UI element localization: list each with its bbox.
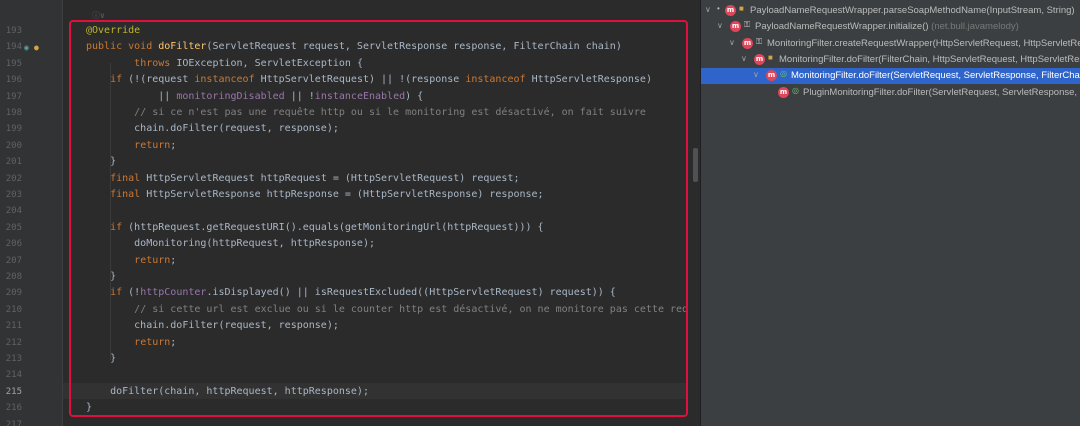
open-modifier-icon: ◎	[780, 69, 787, 79]
open-modifier-icon: ◎	[792, 85, 799, 95]
line-number[interactable]: 217	[0, 420, 22, 426]
call-hierarchy-row[interactable]: ∨ m ⚿ PayloadNameRequestWrapper.initialize(…	[701, 19, 1080, 35]
override-method-icon[interactable]: ◉	[24, 43, 29, 52]
line-number[interactable]: 203	[0, 190, 22, 200]
expand-arrow-icon[interactable]: ∨	[717, 21, 723, 30]
key-modifier-icon: ⚿	[756, 36, 763, 46]
line-number[interactable]: 202	[0, 174, 22, 184]
line-number[interactable]: 194	[0, 42, 22, 52]
editor-scrollbar-thumb[interactable]	[693, 148, 698, 182]
line-number[interactable]: 211	[0, 321, 22, 331]
call-hierarchy-label: PayloadNameRequestWrapper.parseSoapMetho…	[750, 5, 1075, 16]
expand-arrow-icon[interactable]: ∨	[753, 70, 759, 79]
line-number-gutter[interactable]: 193 194 195 196 197 198 199 200 201 202 203 204 205 2…	[0, 0, 62, 426]
call-hierarchy-row[interactable]: ∨ m ⚿ MonitoringFilter.createRequestWrapper…	[701, 36, 1080, 52]
line-number[interactable]: 215	[0, 387, 22, 397]
editor-scrollbar[interactable]	[688, 0, 700, 426]
method-signature: MonitoringFilter.createRequestWrapper(Ht…	[767, 37, 1080, 49]
line-number[interactable]: 205	[0, 223, 22, 233]
method-icon: m	[778, 86, 789, 98]
call-hierarchy-row[interactable]: ∨ • m ■ PayloadNameRequestWrapper.parseSoapM…	[701, 3, 1080, 19]
gutter-separator	[62, 0, 63, 426]
expand-arrow-icon[interactable]: ∨	[729, 38, 735, 47]
line-number[interactable]: 196	[0, 75, 22, 85]
line-number[interactable]: 201	[0, 157, 22, 167]
selection-highlight-box	[69, 20, 688, 417]
call-hierarchy-label: PayloadNameRequestWrapper.initialize() (…	[755, 21, 1019, 32]
line-number[interactable]: 195	[0, 59, 22, 69]
method-signature: PluginMonitoringFilter.doFilter(ServletR…	[803, 86, 1080, 98]
call-hierarchy-label: MonitoringFilter.doFilter(FilterChain, H…	[779, 54, 1080, 65]
line-number[interactable]: 212	[0, 338, 22, 348]
line-number[interactable]: 210	[0, 305, 22, 315]
method-signature: PayloadNameRequestWrapper.parseSoapMetho…	[750, 5, 1075, 16]
method-signature: MonitoringFilter.doFilter(FilterChain, H…	[779, 53, 1080, 65]
line-number[interactable]: 206	[0, 239, 22, 249]
line-number[interactable]: 213	[0, 354, 22, 364]
method-signature: PayloadNameRequestWrapper.initialize()	[755, 21, 929, 33]
method-icon: m	[730, 21, 741, 33]
line-number[interactable]: 214	[0, 370, 22, 380]
line-number[interactable]: 200	[0, 141, 22, 151]
indent-guide	[110, 300, 111, 360]
method-icon: m	[754, 53, 765, 65]
call-hierarchy-row[interactable]: ∨ m ■ MonitoringFilter.doFilter(FilterChain…	[701, 52, 1080, 68]
method-icon: m	[725, 5, 736, 16]
call-hierarchy-label: MonitoringFilter.createRequestWrapper(Ht…	[767, 38, 1080, 49]
call-hierarchy-label: MonitoringFilter.doFilter(ServletRequest…	[791, 70, 1080, 81]
implementation-icon[interactable]: ●	[34, 43, 39, 52]
expand-arrow-icon[interactable]: ∨	[741, 54, 747, 63]
line-number[interactable]: 209	[0, 288, 22, 298]
line-number[interactable]: 199	[0, 124, 22, 134]
line-number[interactable]: 207	[0, 256, 22, 266]
method-signature: MonitoringFilter.doFilter(ServletRequest…	[791, 70, 1080, 82]
call-hierarchy-row[interactable]: ∨ m ◎ MonitoringFilter.doFilter(ServletRequ…	[701, 68, 1080, 85]
method-icon: m	[766, 70, 777, 82]
line-number[interactable]: 208	[0, 272, 22, 282]
call-hierarchy-row[interactable]: m ◎ PluginMonitoringFilter.doFilter(Servle…	[701, 85, 1080, 101]
line-number[interactable]: 198	[0, 108, 22, 118]
code-editor[interactable]: 193 194 195 196 197 198 199 200 201 202 203 204 205 2…	[0, 0, 700, 426]
expand-arrow-icon[interactable]: ∨	[705, 5, 711, 14]
lock-modifier-icon: ■	[768, 52, 773, 62]
line-number[interactable]: 197	[0, 92, 22, 102]
method-icon: m	[742, 37, 753, 49]
key-modifier-icon: ⚿	[744, 20, 751, 30]
lock-modifier-icon: ■	[739, 4, 744, 13]
line-number[interactable]: 204	[0, 206, 22, 216]
line-number[interactable]: 216	[0, 403, 22, 413]
call-hierarchy-panel[interactable]: ∨ • m ■ PayloadNameRequestWrapper.parseSoapM…	[701, 0, 1080, 426]
line-number[interactable]: 193	[0, 26, 22, 36]
call-hierarchy-label: PluginMonitoringFilter.doFilter(ServletR…	[803, 87, 1080, 98]
recursion-marker-icon: •	[717, 4, 720, 13]
package-name: (net.bull.javamelody)	[928, 21, 1019, 33]
